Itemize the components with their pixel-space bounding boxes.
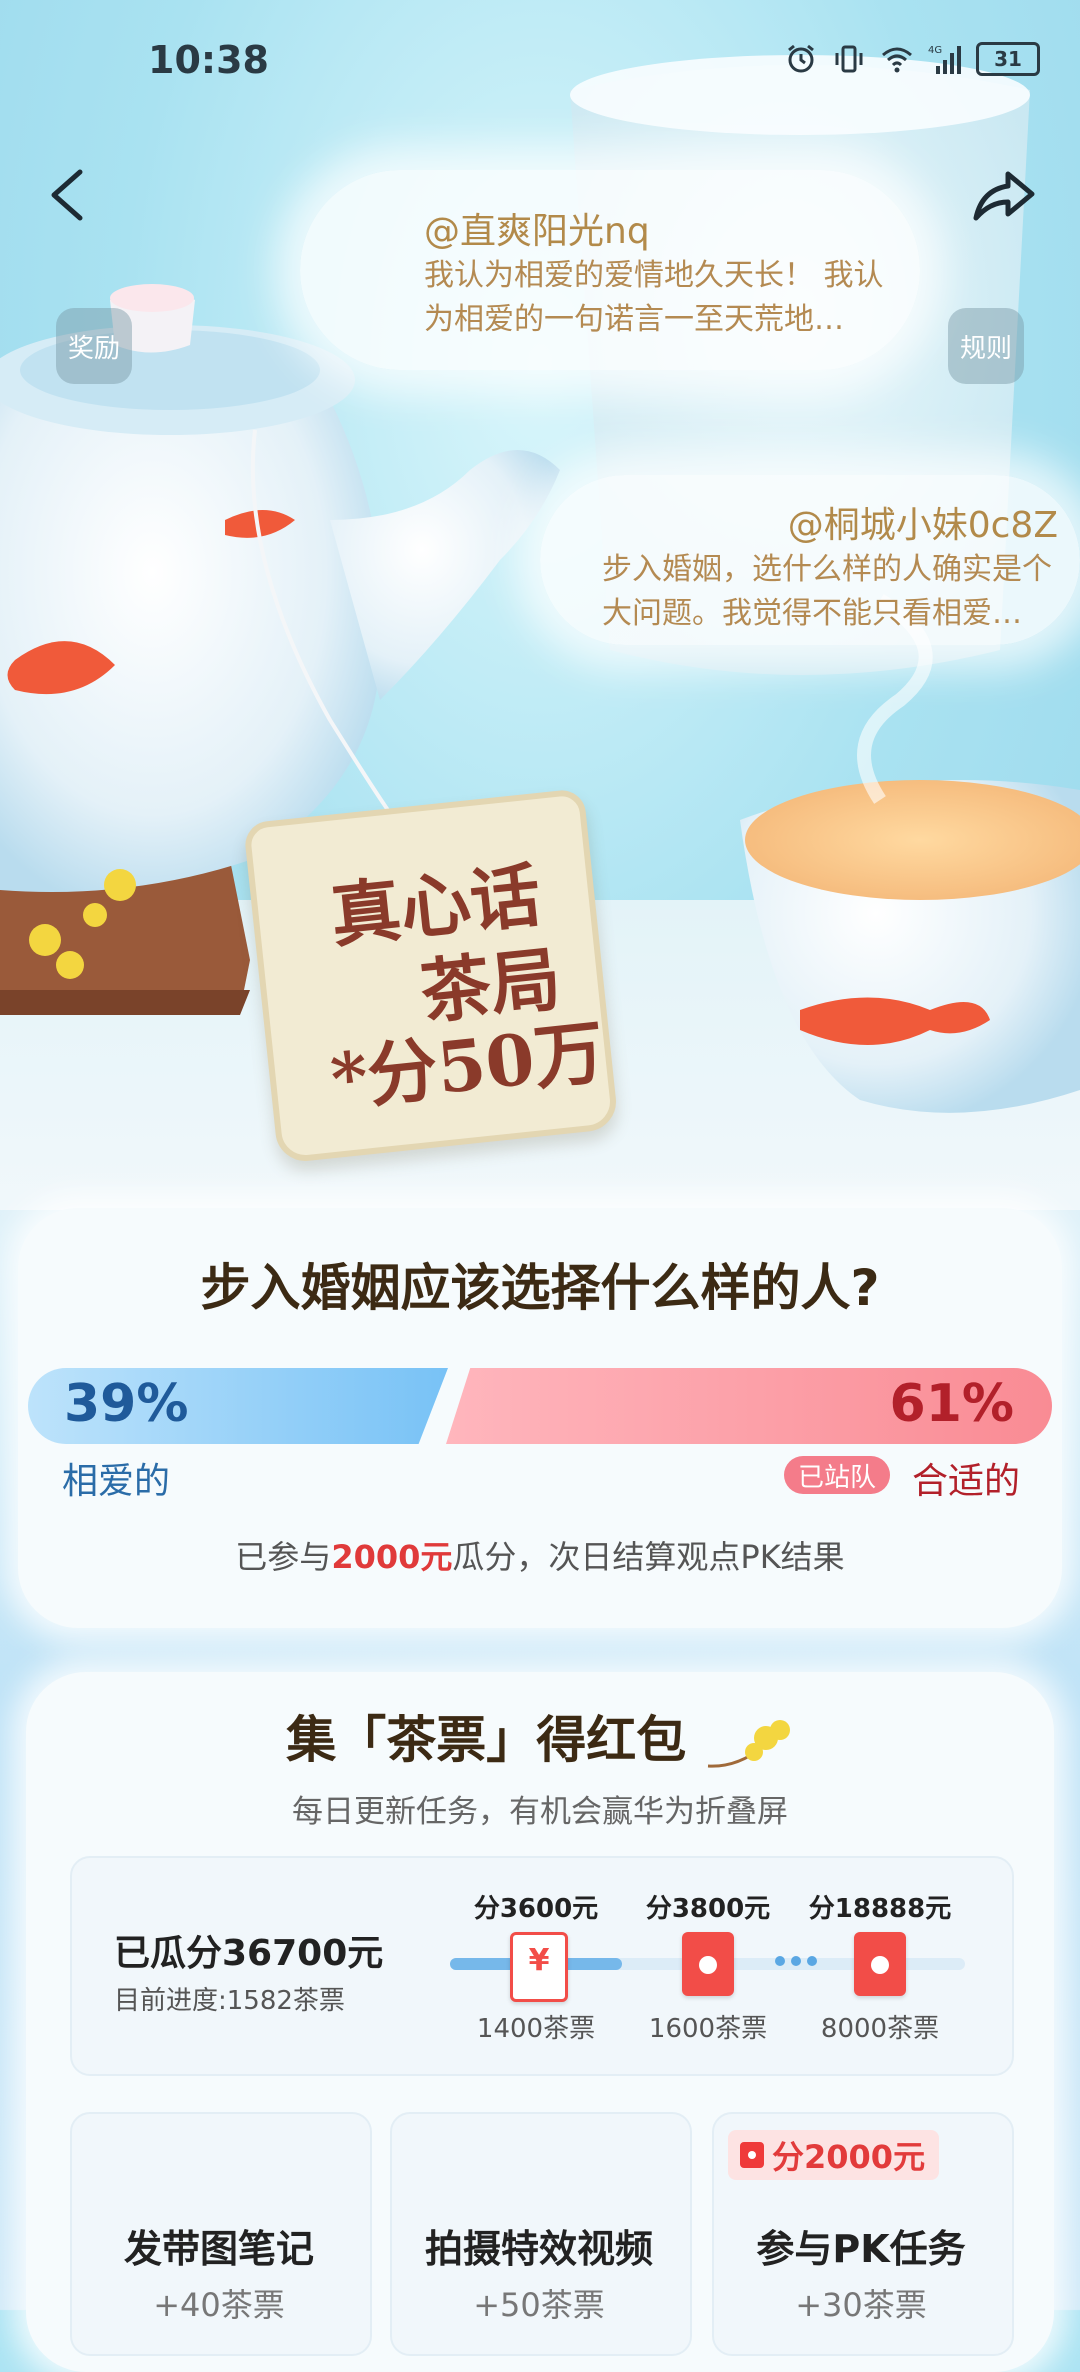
reward-button[interactable]: 奖励: [56, 308, 132, 384]
share-icon[interactable]: [968, 160, 1040, 230]
task-reward: +50茶票: [473, 2286, 605, 2324]
vote-note-suffix: 瓜分，次日结算观点PK结果: [452, 1538, 845, 1576]
vote-percent-right: 61%: [889, 1374, 1014, 1434]
task-title-item: 发带图笔记: [123, 2227, 314, 2271]
milestone-amount: 分18888元: [808, 1894, 952, 1924]
wifi-icon: [882, 47, 912, 73]
alarm-icon: [788, 44, 814, 73]
task-reward: +40茶票: [153, 2286, 285, 2324]
current-progress: 目前进度:1582茶票: [114, 1986, 345, 2016]
status-bar: 10:38 4G 31: [0, 0, 1080, 120]
red-packet-claimed-icon[interactable]: ¥: [510, 1932, 568, 2002]
vote-question: 步入婚姻应该选择什么样的人?: [200, 1259, 880, 1317]
progress-dots: [775, 1956, 817, 1966]
comment-user[interactable]: @桐城小妹0c8Z: [788, 496, 1058, 548]
back-icon[interactable]: [40, 160, 100, 230]
status-icons: 4G 31: [784, 42, 1040, 76]
task-reward: +30茶票: [795, 2286, 927, 2324]
milestone-amount: 分3600元: [473, 1894, 599, 1924]
milestone-requirement: 1400茶票: [476, 2014, 596, 2044]
comment-text[interactable]: 我认为相爱的爱情地久天长！ 我认为相爱的一句诺言一至天荒地…: [424, 254, 894, 342]
milestone-requirement: 8000茶票: [820, 2014, 940, 2044]
total-distributed: 已瓜分36700元: [114, 1933, 384, 1974]
vote-option-left[interactable]: 相爱的: [62, 1452, 170, 1504]
task-title-item: 参与PK任务: [756, 2227, 966, 2271]
rules-button[interactable]: 规则: [948, 308, 1024, 384]
milestone-requirement: 1600茶票: [648, 2014, 768, 2044]
red-packet-icon[interactable]: [854, 1932, 906, 1996]
status-time: 10:38: [148, 38, 269, 82]
vote-note: 已参与2000元瓜分，次日结算观点PK结果: [0, 1532, 1080, 1578]
vote-note-prefix: 已参与: [235, 1538, 332, 1576]
battery-icon: 31: [976, 42, 1040, 76]
vote-note-amount: 2000元: [331, 1538, 453, 1576]
vibrate-icon: [835, 45, 863, 73]
signal-icon: 4G: [928, 45, 961, 74]
vote-option-right[interactable]: 合适的: [912, 1452, 1020, 1504]
red-packet-icon[interactable]: [682, 1932, 734, 1996]
hero-banner: @直爽阳光nq 我认为相爱的爱情地久天长！ 我认为相爱的一句诺言一至天荒地… @…: [0, 0, 1080, 1210]
task-subtitle: 每日更新任务，有机会赢华为折叠屏: [292, 1794, 788, 1830]
comment-text[interactable]: 步入婚姻，选什么样的人确实是个大问题。我觉得不能只看相爱…: [602, 548, 1062, 636]
milestone-amount: 分3800元: [645, 1894, 771, 1924]
task-title-item: 拍摄特效视频: [424, 2227, 653, 2271]
joined-side-badge: 已站队: [784, 1456, 890, 1494]
blossom-icon: [707, 1719, 790, 1768]
pk-prize-text: 分2000元: [772, 2138, 926, 2176]
vote-percent-left: 39%: [64, 1374, 189, 1434]
red-packet-small-icon: [740, 2142, 764, 2168]
teapot: [0, 359, 382, 893]
comment-user[interactable]: @直爽阳光nq: [424, 202, 650, 254]
svg-text:4G: 4G: [928, 45, 942, 56]
task-title-text: 集「茶票」得红包: [286, 1711, 687, 1769]
task-title: 集「茶票」得红包: [0, 1700, 1080, 1772]
pk-prize-badge: 分2000元: [728, 2130, 940, 2180]
